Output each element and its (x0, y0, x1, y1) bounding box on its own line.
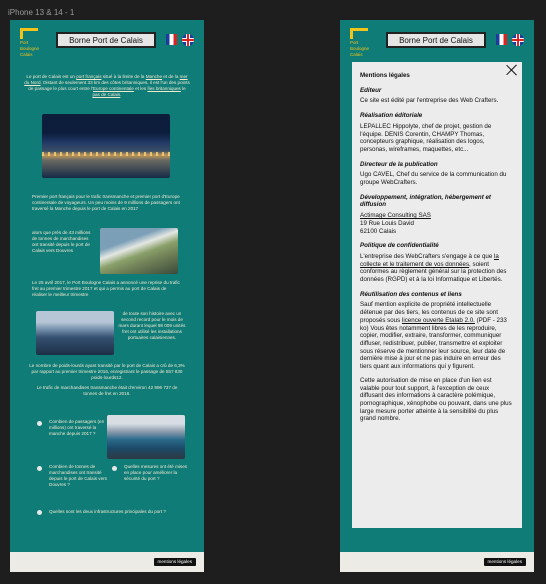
text-realisation: LEPALLEC Hippolyte, chef de projet, gest… (360, 122, 492, 153)
port-night-photo (42, 114, 170, 178)
question-1[interactable]: Combien de passagers (en millions) ont t… (49, 419, 105, 437)
text-reutilisation: Sauf mention explicite de propriété inte… (360, 301, 507, 371)
legal-notice-button[interactable]: mentions légales (483, 558, 526, 566)
logo-line-3: Calais (20, 52, 33, 57)
site-title: Borne Port de Calais (56, 32, 156, 48)
paragraph-goods: Le trafic de marchandises transmanche ét… (36, 385, 178, 396)
link-actimage[interactable]: Actimage Consulting SAS (360, 212, 431, 219)
link-licence-etalab[interactable]: licence ouverte Etalab 2.0. (402, 317, 475, 324)
port-logo[interactable]: Port Boulogne Calais (20, 28, 50, 57)
link-manche[interactable]: Manche (146, 74, 162, 79)
text-directeur: Ugo CAVEL, Chef du service de la communi… (360, 171, 507, 187)
uk-flag-icon[interactable] (512, 34, 524, 46)
intro-paragraph: Le port de Calais est un port français s… (24, 74, 190, 97)
logo-mark-icon (20, 28, 38, 39)
question-2-bullet[interactable] (37, 466, 42, 471)
footer: mentions légales (10, 552, 204, 572)
paragraph-traffic-tail: alors que près de 43 millions de tonnes … (32, 230, 91, 253)
heading-reutilisation: Réutilisation des contenus et liens (360, 290, 462, 298)
heading-realisation: Réalisation éditoriale (360, 112, 423, 120)
paragraph-trucks: Le nombre de poids-lourds ayant transité… (29, 363, 185, 380)
question-4-bullet[interactable] (37, 510, 42, 515)
question-1-bullet[interactable] (37, 421, 42, 426)
question-4[interactable]: Quelles sont les deux infrastructures pr… (49, 509, 199, 515)
port-logo[interactable]: Port Boulogne Calais (350, 28, 380, 57)
link-iles-britanniques[interactable]: îles britanniques (147, 86, 180, 91)
link-europe-continentale[interactable]: Europe continentale (93, 86, 134, 91)
phone-frame-legal: Port Boulogne Calais Borne Port de Calai… (340, 20, 534, 572)
heading-editeur: Editeur (360, 86, 382, 94)
text-editeur: Ce site est édité par l'entreprise des W… (360, 97, 499, 105)
link-pas-de-calais[interactable]: pas de Calais (92, 92, 120, 97)
french-flag-icon[interactable] (166, 34, 177, 45)
heading-developpement: Développement, intégration, hébergement … (360, 193, 491, 209)
question-2[interactable]: Combien de tonnes de marchandises ont tr… (49, 464, 107, 488)
phone-frame-home: Port Boulogne Calais Borne Port de Calai… (10, 20, 204, 572)
cliffs-photo (100, 228, 178, 274)
logo-line-2: Boulogne (350, 46, 370, 51)
link-port-francais[interactable]: port français (76, 74, 101, 79)
footer: mentions légales (340, 552, 534, 572)
text-confidentialite: L'entreprise des WebCrafters s'engage à … (360, 252, 507, 284)
legal-notice-modal: Mentions légales Editeur Ce site est édi… (352, 62, 522, 528)
frame-name-label: iPhone 13 & 14 - 1 (8, 8, 75, 17)
site-title: Borne Port de Calais (386, 32, 486, 48)
logo-mark-icon (350, 28, 368, 39)
logo-line-1: Port (350, 40, 359, 45)
logo-line-3: Calais (350, 52, 363, 57)
uk-flag-icon[interactable] (182, 34, 194, 46)
heading-confidentialite: Politique de confidentialité (360, 242, 439, 250)
question-3[interactable]: Quelles mesures ont été mises en place p… (124, 464, 192, 482)
paragraph-record: de toute son histoire avec un second rec… (118, 311, 186, 340)
question-3-bullet[interactable] (112, 466, 117, 471)
header: Port Boulogne Calais Borne Port de Calai… (10, 20, 204, 64)
logo-line-1: Port (20, 40, 29, 45)
french-flag-icon[interactable] (496, 34, 507, 45)
logo-line-2: Boulogne (20, 46, 40, 51)
text-autorisation: Cette autorisation de mise en place d'un… (360, 376, 512, 423)
modal-title: Mentions légales (360, 72, 410, 79)
paragraph-traffic: Premier port français pour le trafic tra… (32, 194, 180, 211)
header: Port Boulogne Calais Borne Port de Calai… (340, 20, 534, 64)
paragraph-april-2017: Le 25 avril 2017, le Port Boulogne Calai… (32, 280, 180, 297)
legal-notice-content: Mentions légales Editeur Ce site est édi… (360, 72, 512, 423)
text-developpement: Actimage Consulting SAS 19 Rue Louis Davi… (360, 212, 431, 235)
port-aerial-photo (107, 415, 185, 459)
legal-notice-button[interactable]: mentions légales (153, 558, 196, 566)
heading-directeur: Directeur de la publication (360, 160, 438, 168)
ferry-photo (36, 311, 114, 355)
